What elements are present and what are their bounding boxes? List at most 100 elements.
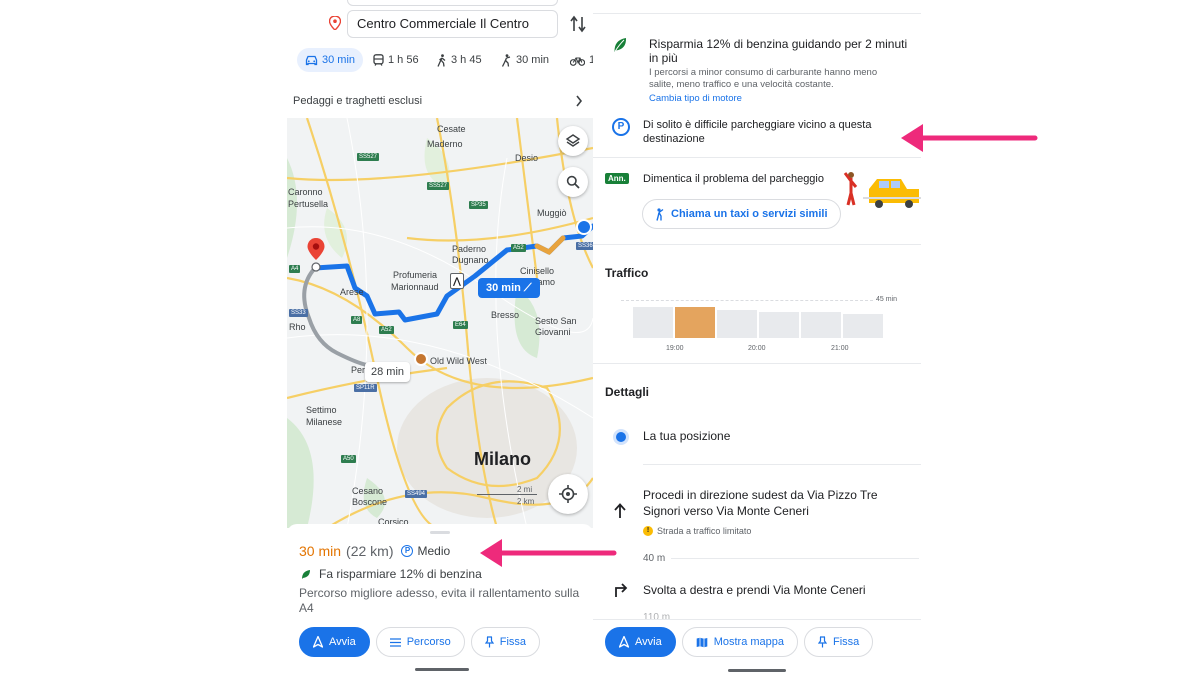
taxi-ad-card: Ann. Dimentica il problema del parcheggi… <box>593 163 921 243</box>
parking-level: Medio <box>417 544 451 558</box>
map-label: Paderno <box>452 244 487 254</box>
road-shield: A8 <box>351 316 363 324</box>
road-shield: E64 <box>453 321 468 329</box>
map-label: Old Wild West <box>430 356 487 366</box>
route-time-bubble[interactable]: 30 min ⟋ <box>478 278 540 298</box>
traffic-bar <box>759 312 799 338</box>
divider <box>593 363 921 364</box>
navigation-arrow-icon <box>619 636 629 648</box>
details-title: Dettagli <box>605 385 650 399</box>
left-panel: Centro Commerciale Il Centro 30 min 1 h … <box>287 0 593 675</box>
mode-rideshare[interactable]: 30 min <box>501 48 549 72</box>
eta-line: 30 min (22 km) P Medio <box>299 543 450 559</box>
warning-text: Strada a traffico limitato <box>657 526 752 536</box>
navigation-arrow-icon <box>313 636 323 648</box>
map-view[interactable]: Cesate Maderno Desio Caronno Pertusella … <box>287 118 593 528</box>
eco-leaf-icon <box>302 569 310 579</box>
divider <box>593 157 921 158</box>
destination-marker-icon <box>576 219 592 235</box>
map-label: Desio <box>515 153 539 163</box>
origin-field[interactable] <box>347 0 558 6</box>
step-distance-value: 110 m <box>643 612 671 623</box>
divider <box>643 464 921 465</box>
call-taxi-button[interactable]: Chiama un taxi o servizi simili <box>642 199 841 229</box>
map-label: Cinisello <box>520 266 555 276</box>
search-button[interactable] <box>558 167 588 197</box>
pin-button[interactable]: Fissa <box>470 627 541 657</box>
mode-walk-label: 3 h 45 <box>451 54 482 66</box>
road-shield: A52 <box>379 326 394 334</box>
crosshair-icon <box>559 485 577 503</box>
eco-title: Risparmia 12% di benzina guidando per 2 … <box>649 37 908 65</box>
destination-pin-icon <box>329 16 341 30</box>
restaurant-marker-icon <box>414 352 428 366</box>
traffic-chart: 45 min 19:00 20:00 21:00 <box>621 292 903 358</box>
step-text: Svolta a destra e prendi Via Monte Cener… <box>643 583 866 597</box>
pin-button[interactable]: Fissa <box>804 627 874 657</box>
scale-km: 2 km <box>517 497 535 506</box>
pin-button-label: Fissa <box>499 636 527 648</box>
route-button[interactable]: Percorso <box>375 627 465 657</box>
road-shield: A50 <box>341 455 356 463</box>
parking-icon: P <box>401 545 414 557</box>
start-button[interactable]: Avvia <box>299 627 370 657</box>
mode-transit[interactable]: 1 h 56 <box>373 48 419 72</box>
eta-distance: (22 km) <box>346 543 394 559</box>
start-button-label: Avvia <box>329 636 356 648</box>
walk-icon <box>437 53 446 67</box>
swap-icon[interactable] <box>570 14 586 34</box>
eco-subtitle: I percorsi a minor consumo di carburante… <box>649 67 878 90</box>
show-map-button[interactable]: Mostra mappa <box>681 627 799 657</box>
map-label: Dugnano <box>452 255 489 265</box>
restricted-traffic-warning: ! Strada a traffico limitato <box>643 526 751 536</box>
map-icon <box>696 637 708 647</box>
map-label: Cesate <box>437 124 466 134</box>
step-distance-value: 40 m <box>643 553 666 564</box>
eta-time: 30 min <box>299 543 342 559</box>
mode-bike[interactable]: 1 <box>570 48 593 72</box>
tick-label: 19:00 <box>666 345 684 352</box>
route-button-label: Percorso <box>406 636 451 648</box>
start-button[interactable]: Avvia <box>605 627 676 657</box>
road-shield: SP35 <box>469 201 488 209</box>
sheet-handle[interactable] <box>430 531 450 534</box>
rideshare-icon <box>501 53 511 67</box>
mode-car[interactable]: 30 min <box>297 48 364 72</box>
pin-icon <box>484 636 494 648</box>
step-distance: 110 m <box>643 612 919 623</box>
my-location-button[interactable] <box>548 474 588 514</box>
mode-car-label: 30 min <box>322 54 356 66</box>
road-shield: A52 <box>511 244 526 252</box>
alt-route-bubble[interactable]: 28 min <box>365 362 411 382</box>
tick-label: 20:00 <box>748 345 766 352</box>
pin-button-label: Fissa <box>833 636 860 648</box>
traffic-title: Traffico <box>605 266 649 280</box>
arrow-up-icon <box>614 503 626 518</box>
search-icon <box>566 175 580 189</box>
road-shield: SP11R <box>354 384 377 392</box>
location-dot-icon <box>616 432 626 442</box>
traffic-bar <box>717 309 757 338</box>
annotation-arrow-icon <box>480 539 617 567</box>
route-options-row[interactable]: Pedaggi e traghetti esclusi <box>287 90 593 112</box>
divider <box>593 13 921 14</box>
tick-label: 21:00 <box>831 345 849 352</box>
layers-button[interactable] <box>558 126 588 156</box>
layers-icon <box>565 134 581 147</box>
traffic-bar <box>801 312 841 338</box>
change-engine-link[interactable]: Cambia tipo di motore <box>649 93 742 104</box>
parking-difficulty-row: P Di solito è difficile parcheggiare vic… <box>593 114 921 154</box>
origin-marker-icon <box>307 238 325 272</box>
mode-walk[interactable]: 3 h 45 <box>437 48 482 72</box>
map-label: Caronno <box>288 187 323 197</box>
map-label: Giovanni <box>535 327 571 337</box>
eco-leaf-icon <box>614 38 627 52</box>
chevron-right-icon <box>576 95 583 107</box>
map-label: Muggiò <box>537 208 567 218</box>
ad-text: Dimentica il problema del parcheggio <box>643 173 824 185</box>
ad-badge: Ann. <box>605 173 629 184</box>
destination-field[interactable]: Centro Commerciale Il Centro <box>347 10 558 38</box>
toll-icon: ⋀ <box>450 273 464 289</box>
road-shield: A4 <box>289 265 301 273</box>
traffic-bar <box>633 306 673 338</box>
